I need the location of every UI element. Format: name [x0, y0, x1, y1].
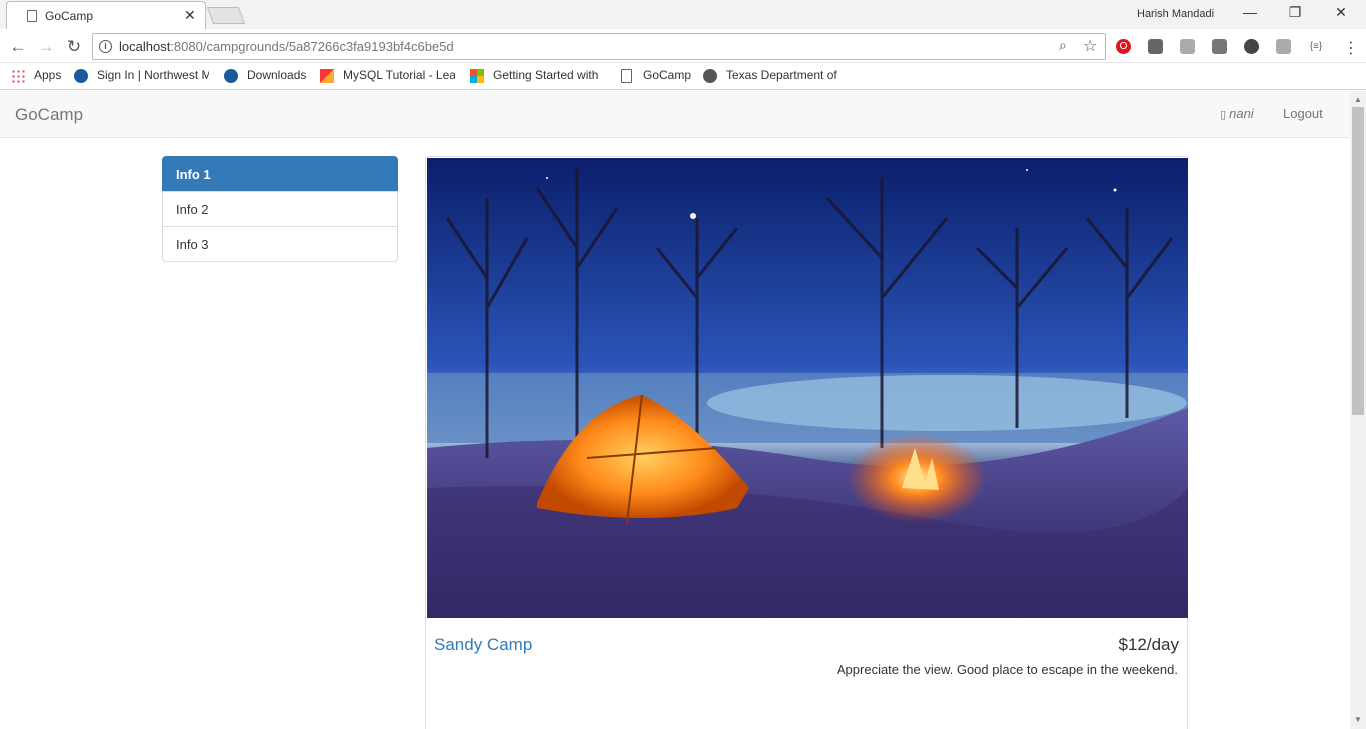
bookmark-gocamp[interactable]: GoCamp [643, 68, 691, 86]
bookmark-getting-started[interactable]: Getting Started with [493, 68, 605, 86]
downloads-icon [224, 69, 238, 83]
minimize-button[interactable]: — [1240, 4, 1260, 24]
back-button[interactable]: ← [8, 37, 28, 57]
shield-extension-icon[interactable] [1148, 39, 1163, 54]
northwest-icon [74, 69, 88, 83]
page-scrollbar[interactable]: ▲ ▼ [1350, 91, 1366, 729]
bookmark-texas[interactable]: Texas Department of [726, 68, 838, 86]
zoom-icon[interactable]: ⌕ [1059, 37, 1067, 54]
scroll-up-arrow-icon[interactable]: ▲ [1354, 95, 1362, 104]
info-item-3[interactable]: Info 3 [162, 226, 398, 262]
mysql-icon [320, 69, 334, 83]
browser-menu-icon[interactable]: ⋮ [1343, 38, 1359, 58]
page-viewport: GoCamp ▯ nani Logout Info 1 Info 2 Info … [0, 91, 1350, 729]
scrollbar-thumb[interactable] [1352, 107, 1364, 415]
current-user[interactable]: ▯ nani [1220, 106, 1254, 121]
bookmark-star-icon[interactable]: ☆ [1083, 36, 1097, 56]
browser-toolbar: ← → ↻ i localhost:8080/campgrounds/5a872… [0, 29, 1366, 63]
bookmark-mysql[interactable]: MySQL Tutorial - Lea [343, 68, 455, 86]
reload-button[interactable]: ↻ [64, 37, 84, 57]
tab-strip: GoCamp ✕ Harish Mandadi — ❐ ✕ [0, 0, 1366, 29]
microsoft-icon [470, 69, 484, 83]
close-window-button[interactable]: ✕ [1331, 4, 1351, 24]
texas-seal-icon [703, 69, 717, 83]
apps-grid-icon[interactable] [11, 69, 25, 83]
bookmark-northwest[interactable]: Sign In | Northwest M [97, 68, 209, 86]
info-item-2[interactable]: Info 2 [162, 191, 398, 227]
campground-card: Sandy Camp $12/day Appreciate the view. … [425, 156, 1188, 729]
url-host: localhost [119, 39, 171, 54]
vpn-extension-icon[interactable] [1244, 39, 1259, 54]
pdf-extension-icon[interactable] [1180, 39, 1195, 54]
opera-extension-icon[interactable]: O [1116, 39, 1131, 54]
page-icon [27, 10, 37, 22]
campground-price: $12/day [1118, 635, 1180, 654]
tab-title: GoCamp [45, 9, 94, 23]
reader-extension-icon[interactable] [1276, 39, 1291, 54]
new-tab-button[interactable] [206, 7, 246, 24]
info-item-1[interactable]: Info 1 [162, 156, 398, 192]
profile-name[interactable]: Harish Mandadi [1137, 8, 1214, 20]
campground-image [427, 158, 1188, 618]
campground-name[interactable]: Sandy Camp [434, 635, 532, 655]
json-extension-icon[interactable]: {≡} [1306, 39, 1326, 54]
logout-link[interactable]: Logout [1283, 106, 1323, 121]
campground-description: Appreciate the view. Good place to escap… [836, 662, 1178, 677]
url-path: :8080/campgrounds/5a87266c3fa9193bf4c6be… [170, 39, 454, 54]
page-icon [621, 69, 632, 83]
note-extension-icon[interactable] [1212, 39, 1227, 54]
scroll-down-arrow-icon[interactable]: ▼ [1354, 715, 1362, 724]
close-tab-icon[interactable]: ✕ [184, 7, 196, 24]
restore-button[interactable]: ❐ [1285, 4, 1305, 24]
browser-tab[interactable]: GoCamp ✕ [6, 1, 206, 29]
info-list: Info 1 Info 2 Info 3 [162, 156, 398, 262]
bookmark-downloads[interactable]: Downloads [247, 68, 306, 86]
bookmarks-bar: Apps Sign In | Northwest M Downloads MyS… [0, 63, 1366, 90]
info-icon[interactable]: i [99, 40, 112, 53]
user-icon: ▯ [1220, 109, 1230, 121]
username: nani [1229, 106, 1254, 121]
site-navbar: GoCamp ▯ nani Logout [0, 91, 1350, 138]
site-brand[interactable]: GoCamp [15, 105, 83, 125]
address-bar[interactable]: i localhost:8080/campgrounds/5a87266c3fa… [92, 33, 1106, 60]
forward-button[interactable]: → [36, 37, 56, 57]
bookmark-apps[interactable]: Apps [34, 68, 61, 86]
url-text[interactable]: localhost:8080/campgrounds/5a87266c3fa91… [119, 39, 454, 54]
